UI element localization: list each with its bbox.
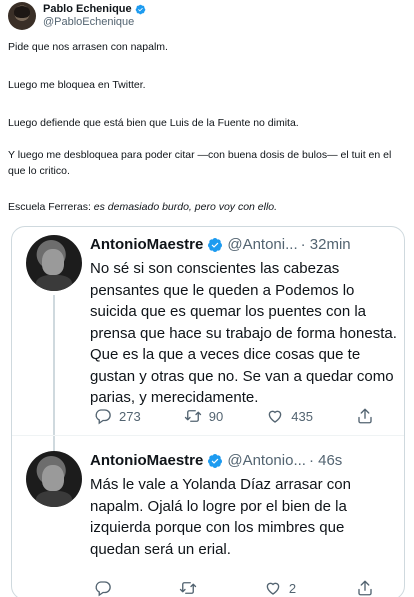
quoted-author-handle[interactable]: @Antonio... bbox=[227, 452, 306, 469]
author-avatar[interactable] bbox=[8, 2, 36, 30]
quoted-tweet-actions: 273 90 435 bbox=[94, 407, 374, 425]
author-names: Pablo Echenique @PabloEchenique bbox=[43, 3, 146, 29]
like-button[interactable]: 2 bbox=[264, 579, 296, 597]
retweet-button[interactable] bbox=[179, 579, 204, 597]
tweet-header: Pablo Echenique @PabloEchenique bbox=[8, 2, 146, 30]
author-display-name[interactable]: Pablo Echenique bbox=[43, 3, 132, 16]
like-count: 2 bbox=[288, 580, 297, 596]
tweet-paragraph-2: Luego me bloquea en Twitter. bbox=[8, 79, 146, 91]
verified-badge-icon bbox=[208, 453, 223, 468]
retweet-count: 90 bbox=[208, 408, 224, 424]
reply-icon bbox=[95, 409, 111, 425]
verified-badge-icon bbox=[208, 237, 223, 252]
share-icon bbox=[358, 408, 372, 424]
quoted-tweet-text: Más le vale a Yolanda Díaz arrasar con n… bbox=[90, 476, 351, 558]
quoted-tweet-header: AntonioMaestre @Antoni... · 32min bbox=[90, 236, 351, 253]
quoted-thread-card[interactable]: AntonioMaestre @Antoni... · 32min No sé … bbox=[11, 226, 405, 597]
quoted-tweet-time[interactable]: · 46s bbox=[309, 452, 342, 469]
quoted-author-handle[interactable]: @Antoni... bbox=[227, 236, 297, 253]
quoted-author-name[interactable]: AntonioMaestre bbox=[90, 236, 203, 253]
share-button[interactable] bbox=[356, 407, 374, 425]
like-count: 435 bbox=[291, 408, 313, 424]
quoted-tweet-actions: 2 bbox=[94, 579, 374, 597]
share-button[interactable] bbox=[356, 579, 374, 597]
share-icon bbox=[358, 580, 372, 596]
retweet-button[interactable]: 90 bbox=[184, 407, 223, 425]
tweet-last-line-italic: es demasiado burdo, pero voy con ello. bbox=[93, 201, 278, 213]
reply-button[interactable]: 273 bbox=[94, 407, 141, 425]
reply-button[interactable] bbox=[94, 579, 119, 597]
tweet-paragraph-5: Escuela Ferreras: es demasiado burdo, pe… bbox=[8, 201, 277, 213]
like-icon bbox=[266, 582, 280, 595]
quoted-author-avatar[interactable] bbox=[26, 451, 82, 507]
author-handle[interactable]: @PabloEchenique bbox=[43, 16, 146, 29]
quoted-tweet-text: No sé si son conscientes las cabezas pen… bbox=[90, 260, 397, 406]
tweet-paragraph-3: Luego defiende que está bien que Luis de… bbox=[8, 117, 299, 129]
reply-count: 273 bbox=[119, 408, 141, 424]
tweet-paragraph-1: Pide que nos arrasen con napalm. bbox=[8, 41, 168, 53]
like-icon bbox=[268, 410, 282, 423]
verified-badge-icon bbox=[135, 4, 145, 15]
reply-icon bbox=[95, 581, 111, 597]
like-button[interactable]: 435 bbox=[266, 407, 313, 425]
quoted-author-avatar[interactable] bbox=[26, 235, 82, 291]
tweet-last-line-prefix: Escuela Ferreras: bbox=[8, 201, 94, 213]
quoted-author-name[interactable]: AntonioMaestre bbox=[90, 452, 203, 469]
retweet-icon bbox=[179, 582, 197, 594]
tweet-paragraph-4: Y luego me desbloquea para poder citar —… bbox=[8, 149, 392, 177]
retweet-icon bbox=[184, 410, 201, 422]
thread-divider bbox=[12, 435, 404, 436]
thread-connector-line bbox=[53, 295, 55, 451]
quoted-tweet-header: AntonioMaestre @Antonio... · 46s bbox=[90, 452, 342, 469]
quoted-tweet-time[interactable]: · 32min bbox=[301, 236, 351, 253]
